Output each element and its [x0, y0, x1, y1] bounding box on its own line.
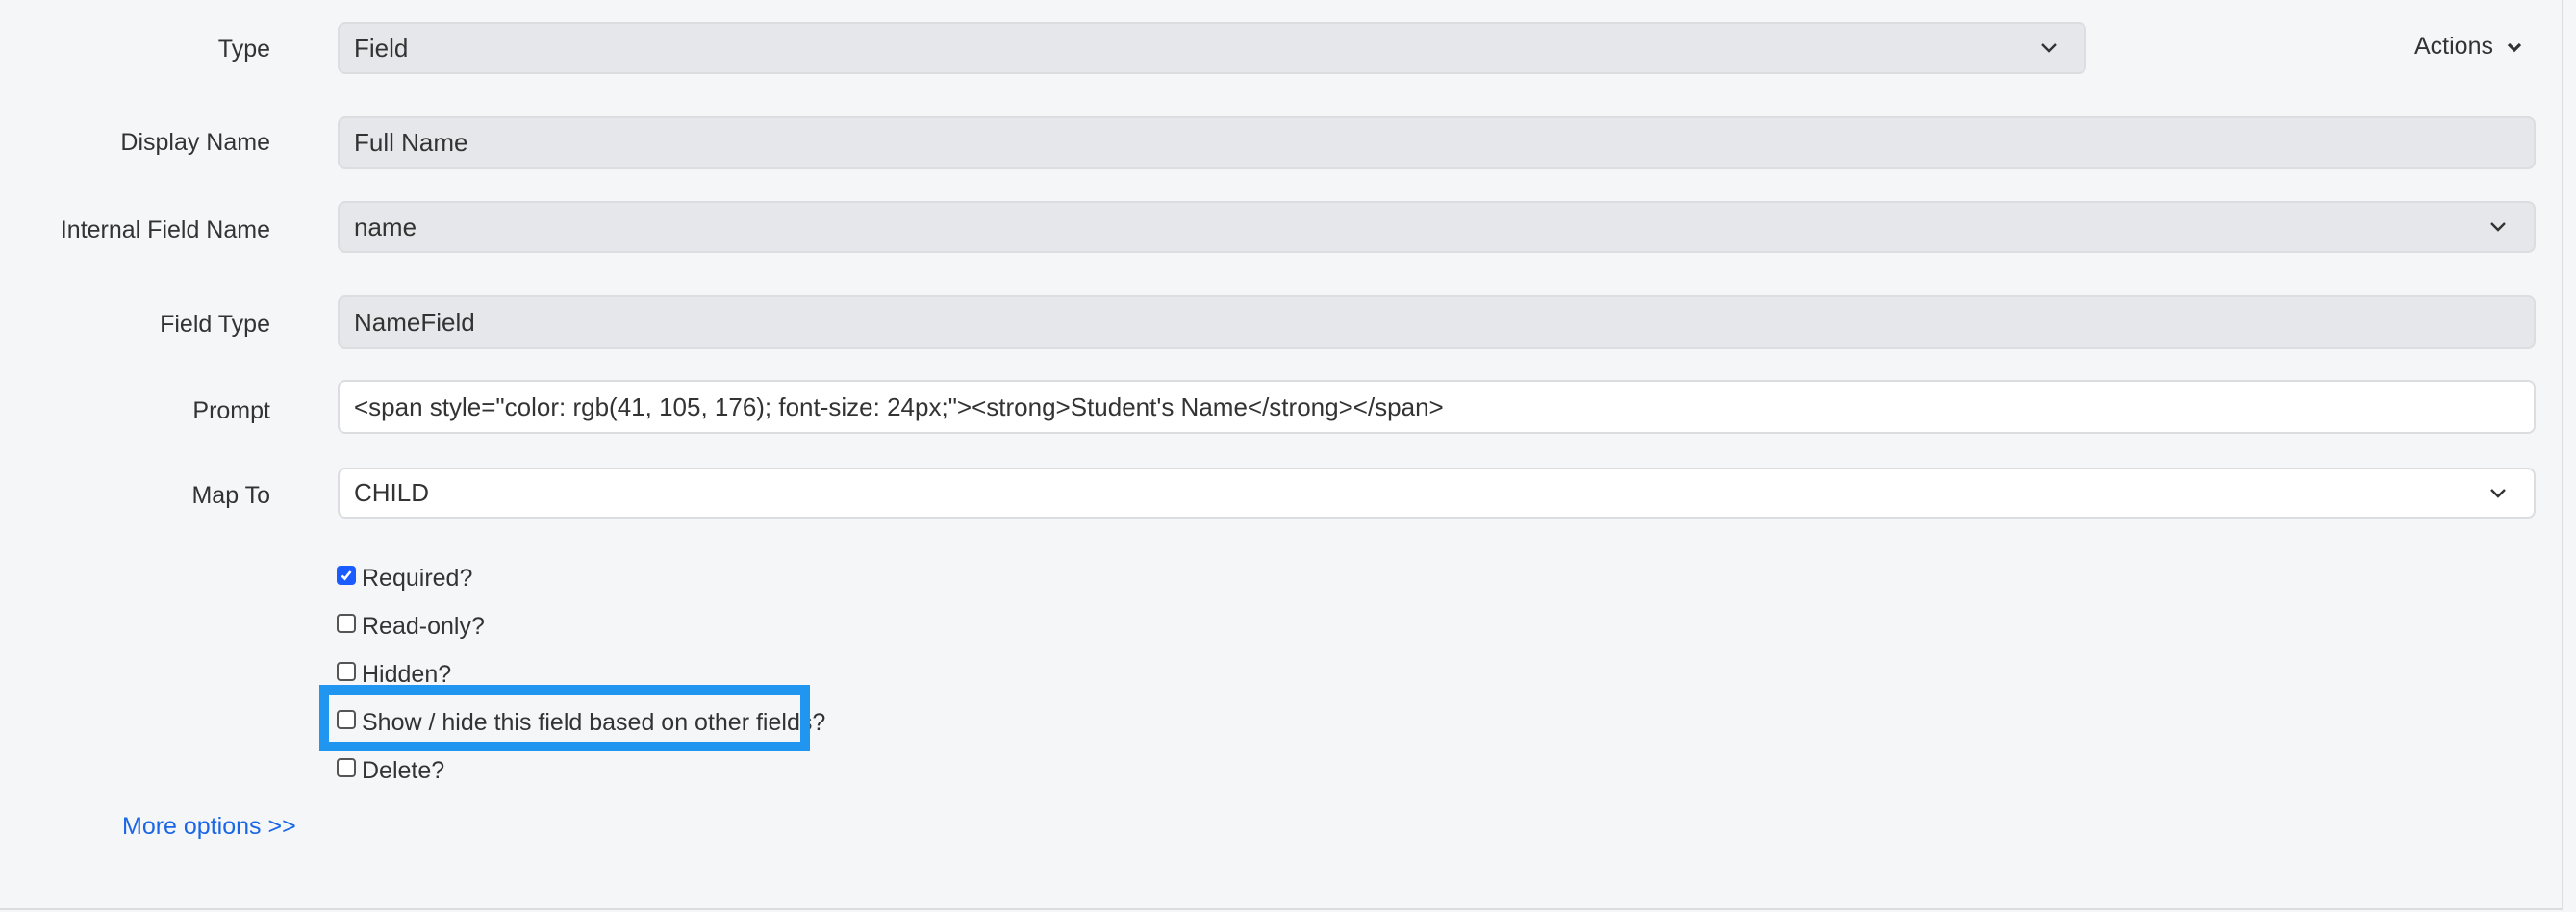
display-name-label: Display Name	[120, 129, 270, 156]
field-editor-panel: Type Field Actions Display Name Full Nam…	[0, 0, 2563, 910]
actions-dropdown[interactable]: Actions	[2414, 33, 2522, 61]
internal-field-name-value: name	[354, 212, 417, 241]
prompt-value: <span style="color: rgb(41, 105, 176); f…	[354, 392, 1444, 421]
more-options-link[interactable]: More options >>	[122, 813, 296, 841]
required-checkbox[interactable]	[337, 566, 356, 585]
field-type-value: NameField	[354, 307, 475, 337]
display-name-value: Full Name	[354, 128, 468, 157]
show-hide-conditional-option[interactable]: Show / hide this field based on other fi…	[337, 708, 825, 737]
prompt-label: Prompt	[192, 397, 270, 424]
internal-field-name-select[interactable]: name	[338, 201, 2536, 253]
actions-label: Actions	[2414, 33, 2493, 60]
read-only-option[interactable]: Read-only?	[337, 612, 485, 641]
chevron-down-icon	[2489, 218, 2507, 236]
chevron-down-icon	[2489, 485, 2507, 502]
hidden-label: Hidden?	[362, 661, 452, 688]
show-hide-conditional-label: Show / hide this field based on other fi…	[362, 709, 826, 736]
chevron-down-icon	[2040, 39, 2058, 57]
field-type-label: Field Type	[160, 311, 270, 338]
hidden-option[interactable]: Hidden?	[337, 660, 451, 689]
type-select-value: Field	[354, 33, 409, 63]
type-label: Type	[217, 36, 270, 63]
map-to-value: CHILD	[354, 478, 430, 507]
delete-option[interactable]: Delete?	[337, 756, 444, 785]
prompt-input[interactable]: <span style="color: rgb(41, 105, 176); f…	[338, 380, 2536, 434]
show-hide-conditional-checkbox[interactable]	[337, 710, 356, 729]
map-to-label: Map To	[191, 482, 270, 509]
checkmark-icon	[341, 570, 352, 581]
read-only-checkbox[interactable]	[337, 614, 356, 633]
map-to-select[interactable]: CHILD	[338, 468, 2536, 519]
display-name-input[interactable]: Full Name	[338, 116, 2536, 169]
internal-field-name-label: Internal Field Name	[60, 216, 270, 243]
type-select[interactable]: Field	[338, 22, 2086, 74]
field-type-input[interactable]: NameField	[338, 295, 2536, 349]
required-option[interactable]: Required?	[337, 564, 472, 593]
hidden-checkbox[interactable]	[337, 662, 356, 681]
delete-checkbox[interactable]	[337, 758, 356, 777]
delete-label: Delete?	[362, 757, 445, 784]
read-only-label: Read-only?	[362, 613, 485, 640]
chevron-down-icon	[2507, 33, 2522, 61]
required-label: Required?	[362, 565, 473, 592]
